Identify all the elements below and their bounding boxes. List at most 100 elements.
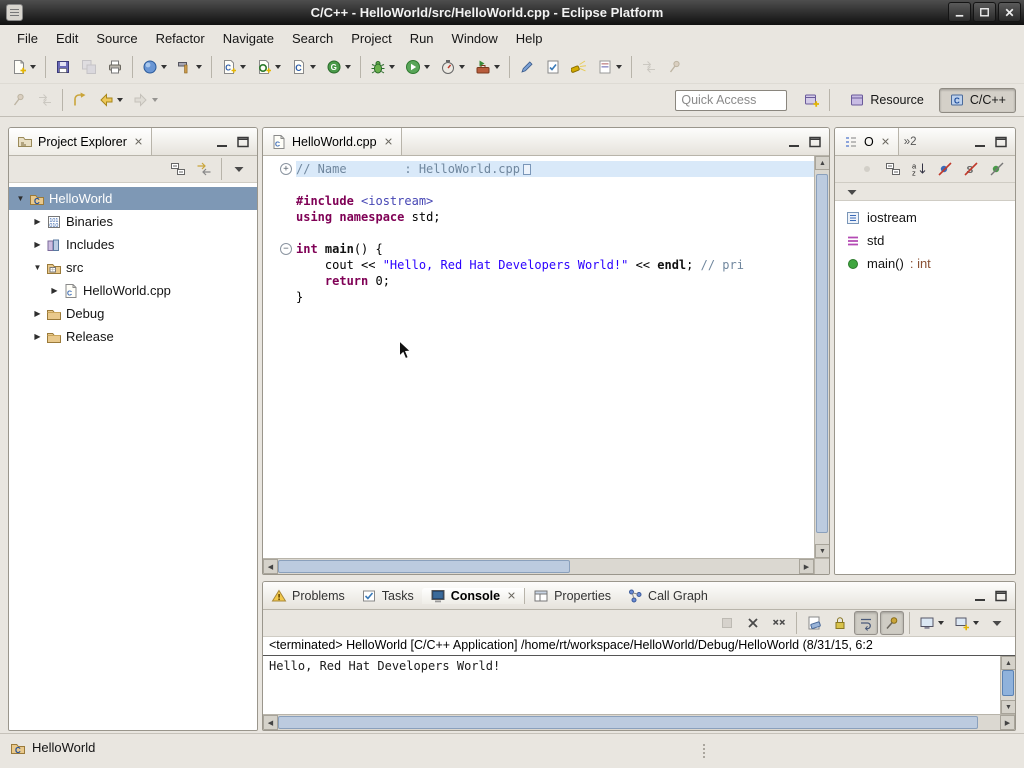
tab-console[interactable]: Console bbox=[422, 588, 525, 604]
scroll-track[interactable] bbox=[278, 715, 1000, 730]
quick-access-input[interactable] bbox=[675, 90, 787, 111]
tab-helloworld-cpp[interactable]: C HelloWorld.cpp bbox=[263, 128, 402, 155]
build-all-button[interactable] bbox=[173, 55, 206, 79]
fold-collapsed-icon[interactable]: + bbox=[280, 163, 292, 175]
run-button[interactable] bbox=[401, 55, 434, 79]
close-tab-icon[interactable] bbox=[507, 591, 516, 600]
tree-collapsed-arrow-icon[interactable]: ▶ bbox=[30, 240, 45, 249]
dropdown-arrow-icon[interactable] bbox=[424, 65, 430, 69]
code-line-1[interactable]: // Name : HelloWorld.cpp bbox=[296, 161, 814, 177]
code-line-6[interactable]: int main() { bbox=[296, 241, 814, 257]
tab-call-graph[interactable]: Call Graph bbox=[619, 588, 716, 604]
outline-view-menu-button[interactable] bbox=[840, 180, 864, 204]
remove-all-terminated-button[interactable] bbox=[767, 611, 791, 635]
menu-project[interactable]: Project bbox=[342, 28, 400, 49]
code-line-8[interactable]: return 0; bbox=[296, 273, 814, 289]
editor-code-area[interactable]: // Name : HelloWorld.cpp#include <iostre… bbox=[296, 156, 814, 558]
tab-outline[interactable]: O bbox=[835, 128, 899, 155]
fold-summary-icon[interactable] bbox=[523, 164, 531, 175]
scroll-thumb[interactable] bbox=[278, 560, 570, 573]
link-with-editor-button[interactable] bbox=[192, 157, 216, 181]
menu-navigate[interactable]: Navigate bbox=[214, 28, 283, 49]
tree-item-includes[interactable]: ▶Includes bbox=[9, 233, 257, 256]
window-minimize-button[interactable] bbox=[948, 2, 971, 22]
outline-maximize-button[interactable] bbox=[993, 134, 1009, 150]
hide-non-public-button[interactable] bbox=[985, 157, 1009, 181]
project-explorer-tree[interactable]: ▼CHelloWorld▶101010Binaries▶Includes▼src… bbox=[9, 183, 257, 730]
tree-expanded-arrow-icon[interactable]: ▼ bbox=[13, 194, 28, 203]
profile-button[interactable] bbox=[436, 55, 469, 79]
dropdown-arrow-icon[interactable] bbox=[459, 65, 465, 69]
tree-item-src[interactable]: ▼src bbox=[9, 256, 257, 279]
dropdown-arrow-icon[interactable] bbox=[389, 65, 395, 69]
scroll-right-button[interactable]: ▶ bbox=[799, 559, 814, 574]
console-h-scrollbar[interactable]: ◀ ▶ bbox=[263, 714, 1015, 730]
scroll-left-button[interactable]: ◀ bbox=[263, 559, 278, 574]
console-v-scrollbar[interactable]: ▲ ▼ bbox=[1000, 656, 1015, 714]
code-line-7[interactable]: cout << "Hello, Red Hat Developers World… bbox=[296, 257, 814, 273]
console-output-area[interactable]: Hello, Red Hat Developers World! ▲ ▼ bbox=[263, 656, 1015, 714]
tree-collapsed-arrow-icon[interactable]: ▶ bbox=[47, 286, 62, 295]
menu-search[interactable]: Search bbox=[283, 28, 342, 49]
open-task-button[interactable] bbox=[541, 55, 565, 79]
pin-console-button[interactable] bbox=[880, 611, 904, 635]
scroll-track[interactable] bbox=[278, 559, 799, 574]
fold-expanded-icon[interactable]: − bbox=[280, 243, 292, 255]
project-explorer-maximize-button[interactable] bbox=[235, 134, 251, 150]
dropdown-arrow-icon[interactable] bbox=[275, 65, 281, 69]
tab-properties[interactable]: Properties bbox=[525, 588, 619, 604]
external-tools-button[interactable] bbox=[471, 55, 504, 79]
scroll-thumb[interactable] bbox=[1002, 670, 1014, 696]
menu-refactor[interactable]: Refactor bbox=[147, 28, 214, 49]
dropdown-arrow-icon[interactable] bbox=[117, 98, 123, 102]
outline-item-std[interactable]: std bbox=[835, 229, 1015, 252]
tree-collapsed-arrow-icon[interactable]: ▶ bbox=[30, 332, 45, 341]
menu-run[interactable]: Run bbox=[401, 28, 443, 49]
dropdown-arrow-icon[interactable] bbox=[973, 621, 979, 625]
tree-item-release[interactable]: ▶Release bbox=[9, 325, 257, 348]
hide-static-button[interactable]: S bbox=[959, 157, 983, 181]
dropdown-arrow-icon[interactable] bbox=[938, 621, 944, 625]
open-console-button[interactable] bbox=[950, 611, 983, 635]
debug-button[interactable] bbox=[366, 55, 399, 79]
dropdown-arrow-icon[interactable] bbox=[345, 65, 351, 69]
console-minimize-button[interactable] bbox=[972, 588, 988, 604]
menu-help[interactable]: Help bbox=[507, 28, 552, 49]
console-output[interactable]: Hello, Red Hat Developers World! bbox=[263, 656, 1000, 677]
show-console-on-output-button[interactable] bbox=[915, 611, 948, 635]
remove-launch-button[interactable] bbox=[741, 611, 765, 635]
dropdown-arrow-icon[interactable] bbox=[310, 65, 316, 69]
new-button[interactable] bbox=[7, 55, 40, 79]
search-button[interactable] bbox=[567, 55, 591, 79]
editor-minimize-button[interactable] bbox=[786, 134, 802, 150]
dropdown-arrow-icon[interactable] bbox=[161, 65, 167, 69]
print-button[interactable] bbox=[103, 55, 127, 79]
menu-edit[interactable]: Edit bbox=[47, 28, 87, 49]
outline-minimize-button[interactable] bbox=[972, 134, 988, 150]
window-maximize-button[interactable] bbox=[973, 2, 996, 22]
tree-item-helloworld[interactable]: ▼CHelloWorld bbox=[9, 187, 257, 210]
tree-collapsed-arrow-icon[interactable]: ▶ bbox=[30, 309, 45, 318]
code-line-9[interactable]: } bbox=[296, 289, 814, 305]
scroll-track[interactable] bbox=[1001, 670, 1015, 700]
hide-fields-button[interactable] bbox=[933, 157, 957, 181]
collapse-all-button[interactable] bbox=[881, 157, 905, 181]
tree-item-helloworld-cpp[interactable]: ▶CHelloWorld.cpp bbox=[9, 279, 257, 302]
outline-item-main[interactable]: main() : int bbox=[835, 252, 1015, 275]
scroll-thumb[interactable] bbox=[816, 174, 828, 533]
word-wrap-button[interactable] bbox=[854, 611, 878, 635]
scroll-lock-button[interactable] bbox=[828, 611, 852, 635]
open-perspective-button[interactable] bbox=[800, 88, 824, 112]
new-cpp-source-file-button[interactable]: C bbox=[217, 55, 250, 79]
perspective-resource-button[interactable]: Resource bbox=[839, 88, 934, 113]
sort-button[interactable]: az bbox=[907, 157, 931, 181]
scroll-down-button[interactable]: ▼ bbox=[1001, 700, 1015, 714]
tree-item-binaries[interactable]: ▶101010Binaries bbox=[9, 210, 257, 233]
collapse-all-button[interactable] bbox=[166, 157, 190, 181]
dropdown-arrow-icon[interactable] bbox=[196, 65, 202, 69]
console-view-menu-button[interactable] bbox=[985, 611, 1009, 635]
project-explorer-minimize-button[interactable] bbox=[214, 134, 230, 150]
tab-tasks[interactable]: Tasks bbox=[353, 588, 422, 604]
close-tab-icon[interactable] bbox=[134, 137, 143, 146]
perspective-c-c-button[interactable]: CC/C++ bbox=[939, 88, 1016, 113]
